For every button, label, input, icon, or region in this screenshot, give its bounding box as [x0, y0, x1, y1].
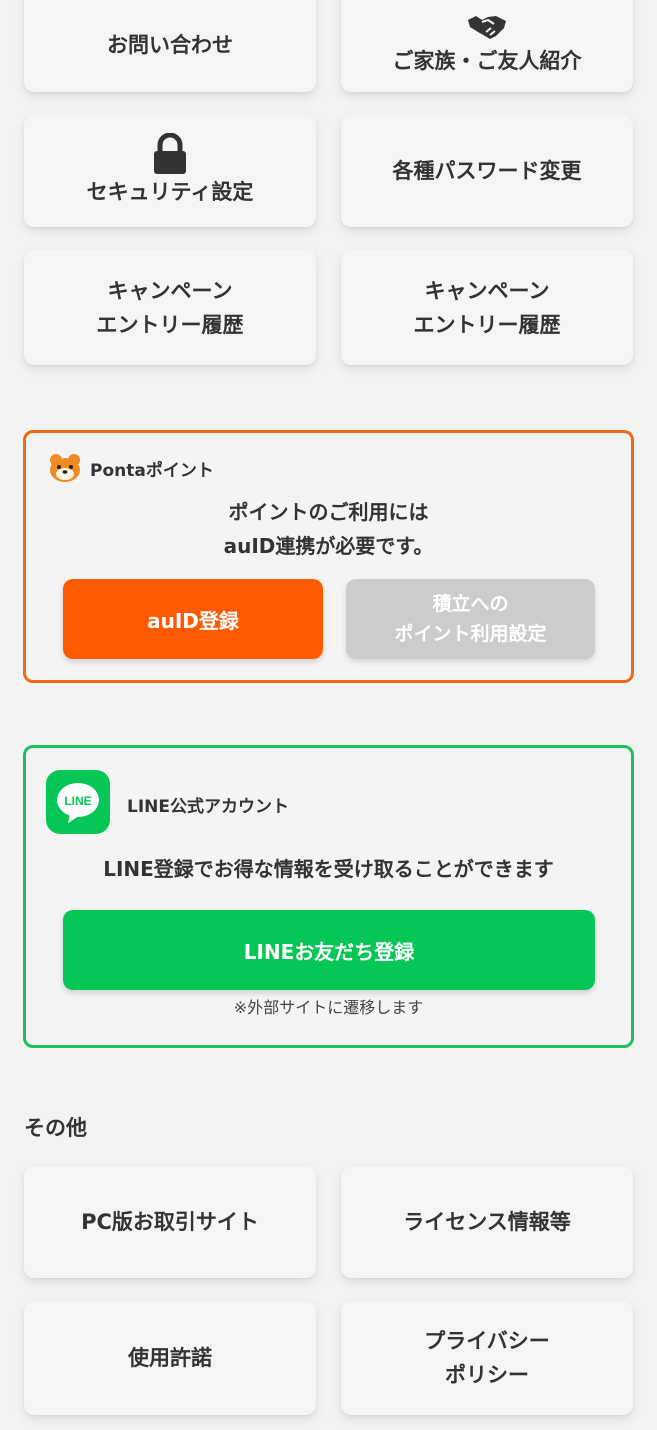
terms-of-use-label: 使用許諾 — [128, 1346, 212, 1370]
line-friend-register-button[interactable]: LINEお友だち登録 — [63, 910, 595, 990]
password-change-label: 各種パスワード変更 — [392, 159, 582, 183]
security-label: セキュリティ設定 — [86, 180, 254, 204]
point-usage-settings-button[interactable]: 積立への ポイント利用設定 — [346, 579, 595, 659]
point-usage-label-1: 積立への — [432, 593, 509, 615]
ponta-logo-icon — [48, 453, 82, 483]
referral-button[interactable]: ご家族・ご友人紹介 — [341, 0, 633, 92]
campaign-history-label-2: エントリー履歴 — [96, 312, 244, 337]
line-friend-register-label: LINEお友だち登録 — [243, 939, 415, 964]
line-title: LINE公式アカウント — [127, 797, 289, 817]
line-header: LINE公式アカウント — [127, 792, 289, 817]
contact-button[interactable]: お問い合わせ — [24, 0, 316, 92]
external-site-note: ※外部サイトに遷移します — [233, 998, 424, 1017]
campaign-history-label-1: キャンペーン — [424, 278, 550, 303]
lock-icon — [151, 132, 189, 175]
auid-register-label: auID登録 — [147, 608, 239, 633]
ponta-title: Pontaポイント — [90, 460, 214, 481]
license-info-label: ライセンス情報等 — [403, 1210, 571, 1234]
pc-site-label: PC版お取引サイト — [81, 1210, 259, 1234]
campaign-history-label-1: キャンペーン — [107, 278, 233, 303]
section-title-other: その他 — [24, 1116, 87, 1140]
campaign-history-label-2: エントリー履歴 — [413, 312, 561, 337]
privacy-policy-label-2: ポリシー — [445, 1363, 529, 1387]
ponta-message-line-2: auID連携が必要です。 — [223, 534, 434, 558]
pc-site-button[interactable]: PC版お取引サイト — [24, 1166, 316, 1278]
privacy-policy-button[interactable]: プライバシー ポリシー — [341, 1301, 633, 1415]
password-change-button[interactable]: 各種パスワード変更 — [341, 115, 633, 227]
privacy-policy-label-1: プライバシー — [424, 1329, 550, 1353]
ponta-message-line-1: ポイントのご利用には — [228, 500, 429, 524]
ponta-card: Pontaポイント ポイントのご利用には auID連携が必要です。 auID登録… — [23, 430, 634, 683]
line-message: LINE登録でお得な情報を受け取ることができます — [103, 857, 554, 881]
security-button[interactable]: セキュリティ設定 — [24, 115, 316, 227]
handshake-icon — [466, 12, 508, 44]
terms-of-use-button[interactable]: 使用許諾 — [24, 1301, 316, 1415]
referral-label: ご家族・ご友人紹介 — [392, 49, 582, 73]
line-logo-icon: LINE — [46, 770, 110, 834]
auid-register-button[interactable]: auID登録 — [63, 579, 323, 659]
ponta-message: ポイントのご利用には auID連携が必要です。 — [26, 495, 631, 563]
line-card: LINE LINE公式アカウント LINE登録でお得な情報を受け取ることができま… — [23, 745, 634, 1048]
license-info-button[interactable]: ライセンス情報等 — [341, 1166, 633, 1278]
point-usage-label-2: ポイント利用設定 — [394, 623, 547, 645]
campaign-history-button-2[interactable]: キャンペーン エントリー履歴 — [341, 250, 633, 365]
campaign-history-button[interactable]: キャンペーン エントリー履歴 — [24, 250, 316, 365]
line-logo-text: LINE — [64, 794, 91, 808]
ponta-header: Pontaポイント — [48, 453, 214, 483]
contact-label: お問い合わせ — [107, 33, 233, 57]
